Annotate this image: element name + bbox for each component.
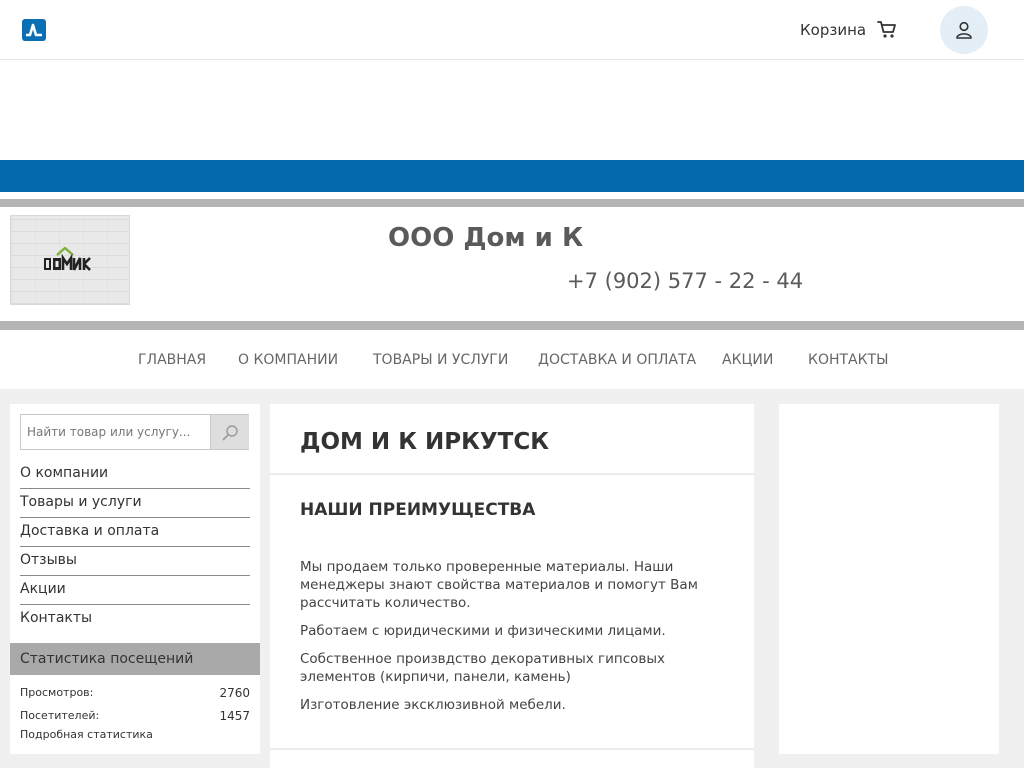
page-title: ДОМ И К ИРКУТСК <box>300 429 550 455</box>
site-header: ООО Дом и К +7 (902) 577 - 22 - 44 <box>0 207 1024 321</box>
sidebar-item-reviews[interactable]: Отзывы <box>20 547 250 576</box>
left-sidebar: О компании Товары и услуги Доставка и оп… <box>10 404 260 754</box>
paragraph: Изготовление эксклюзивной мебели. <box>300 697 566 713</box>
stats-visitors-value: 1457 <box>219 709 250 723</box>
divider <box>270 473 754 475</box>
stats-views-row: Просмотров: 2760 <box>20 685 250 701</box>
main-nav: Главная О компании Товары и услуги Доста… <box>0 330 1024 389</box>
cart-icon[interactable] <box>876 18 898 40</box>
blue-stripe <box>0 160 1024 192</box>
banner-space <box>0 60 1024 160</box>
nav-item-promotions[interactable]: Акции <box>722 351 773 369</box>
site-logo-icon[interactable] <box>22 19 46 41</box>
main-content: ДОМ И К ИРКУТСК НАШИ ПРЕИМУЩЕСТВА Мы про… <box>270 404 754 768</box>
paragraph: Мы продаем только проверенные материалы.… <box>300 559 698 611</box>
search-input[interactable] <box>21 415 209 449</box>
company-phone: +7 (902) 577 - 22 - 44 <box>567 269 804 293</box>
top-bar: Корзина <box>0 0 1024 60</box>
stats-detailed-link[interactable]: Подробная статистика <box>20 727 250 743</box>
nav-item-home[interactable]: Главная <box>138 351 206 369</box>
company-name: ООО Дом и К <box>388 223 584 253</box>
section-title: НАШИ ПРЕИМУЩЕСТВА <box>300 500 536 520</box>
user-account-button[interactable] <box>940 6 988 54</box>
nav-item-contacts[interactable]: Контакты <box>808 351 888 369</box>
stats-visitors-label: Посетителей: <box>20 709 100 722</box>
paragraph: Собственное произвдство декоративных гип… <box>300 651 665 685</box>
grey-stripe-bottom <box>0 321 1024 330</box>
nav-item-products[interactable]: Товары и услуги <box>373 351 508 369</box>
cart-link[interactable]: Корзина <box>800 20 866 40</box>
stats-views-label: Просмотров: <box>20 686 94 699</box>
brand-logo-image[interactable] <box>10 215 130 305</box>
divider <box>270 748 754 750</box>
paragraph: Работаем с юридическими и физическими ли… <box>300 623 666 639</box>
sidebar-item-promotions[interactable]: Акции <box>20 576 250 605</box>
search-icon <box>222 425 238 441</box>
sidebar-menu: О компании Товары и услуги Доставка и оп… <box>20 460 250 634</box>
sidebar-item-delivery[interactable]: Доставка и оплата <box>20 518 250 547</box>
right-sidebar <box>779 404 999 754</box>
nav-item-about[interactable]: О компании <box>238 351 338 369</box>
sidebar-item-about[interactable]: О компании <box>20 460 250 489</box>
stats-header: Статистика посещений <box>10 643 260 675</box>
grey-stripe-top <box>0 199 1024 207</box>
search-form <box>20 414 249 450</box>
search-button[interactable] <box>210 415 249 449</box>
nav-item-delivery[interactable]: Доставка и оплата <box>538 351 696 369</box>
stats-views-value: 2760 <box>219 686 250 700</box>
sidebar-item-contacts[interactable]: Контакты <box>20 605 250 634</box>
domik-logo <box>44 246 91 271</box>
sidebar-item-products[interactable]: Товары и услуги <box>20 489 250 518</box>
stats-visitors-row: Посетителей: 1457 <box>20 708 250 724</box>
user-icon <box>956 21 972 39</box>
